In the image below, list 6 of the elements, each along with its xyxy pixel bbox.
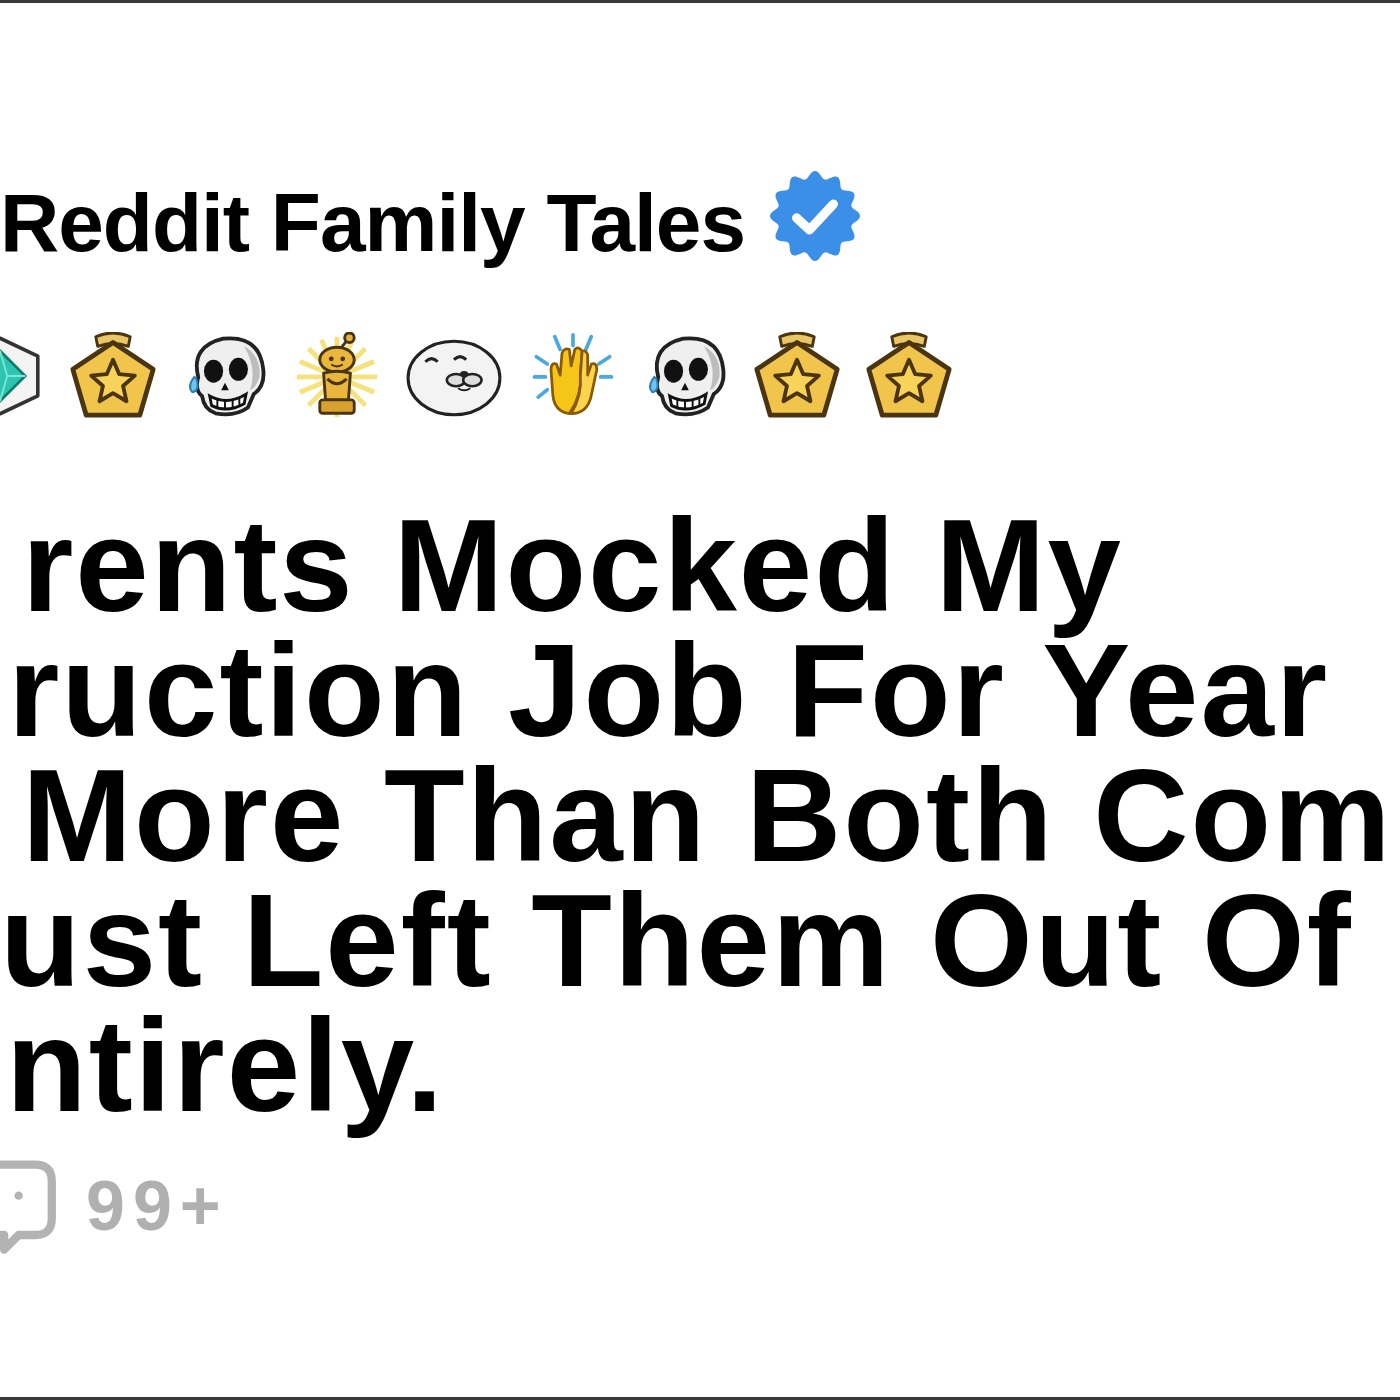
- star-medal-icon: [865, 332, 953, 420]
- post-title: rents Mocked My ruction Job For Year More Than Both Com ust Left Them Out Of ntirely.: [0, 493, 1394, 1141]
- star-medal-icon: [753, 332, 841, 420]
- comment-count: 99+: [86, 1171, 229, 1241]
- star-medal-icon: [69, 332, 157, 420]
- comment-icon: [0, 1158, 58, 1254]
